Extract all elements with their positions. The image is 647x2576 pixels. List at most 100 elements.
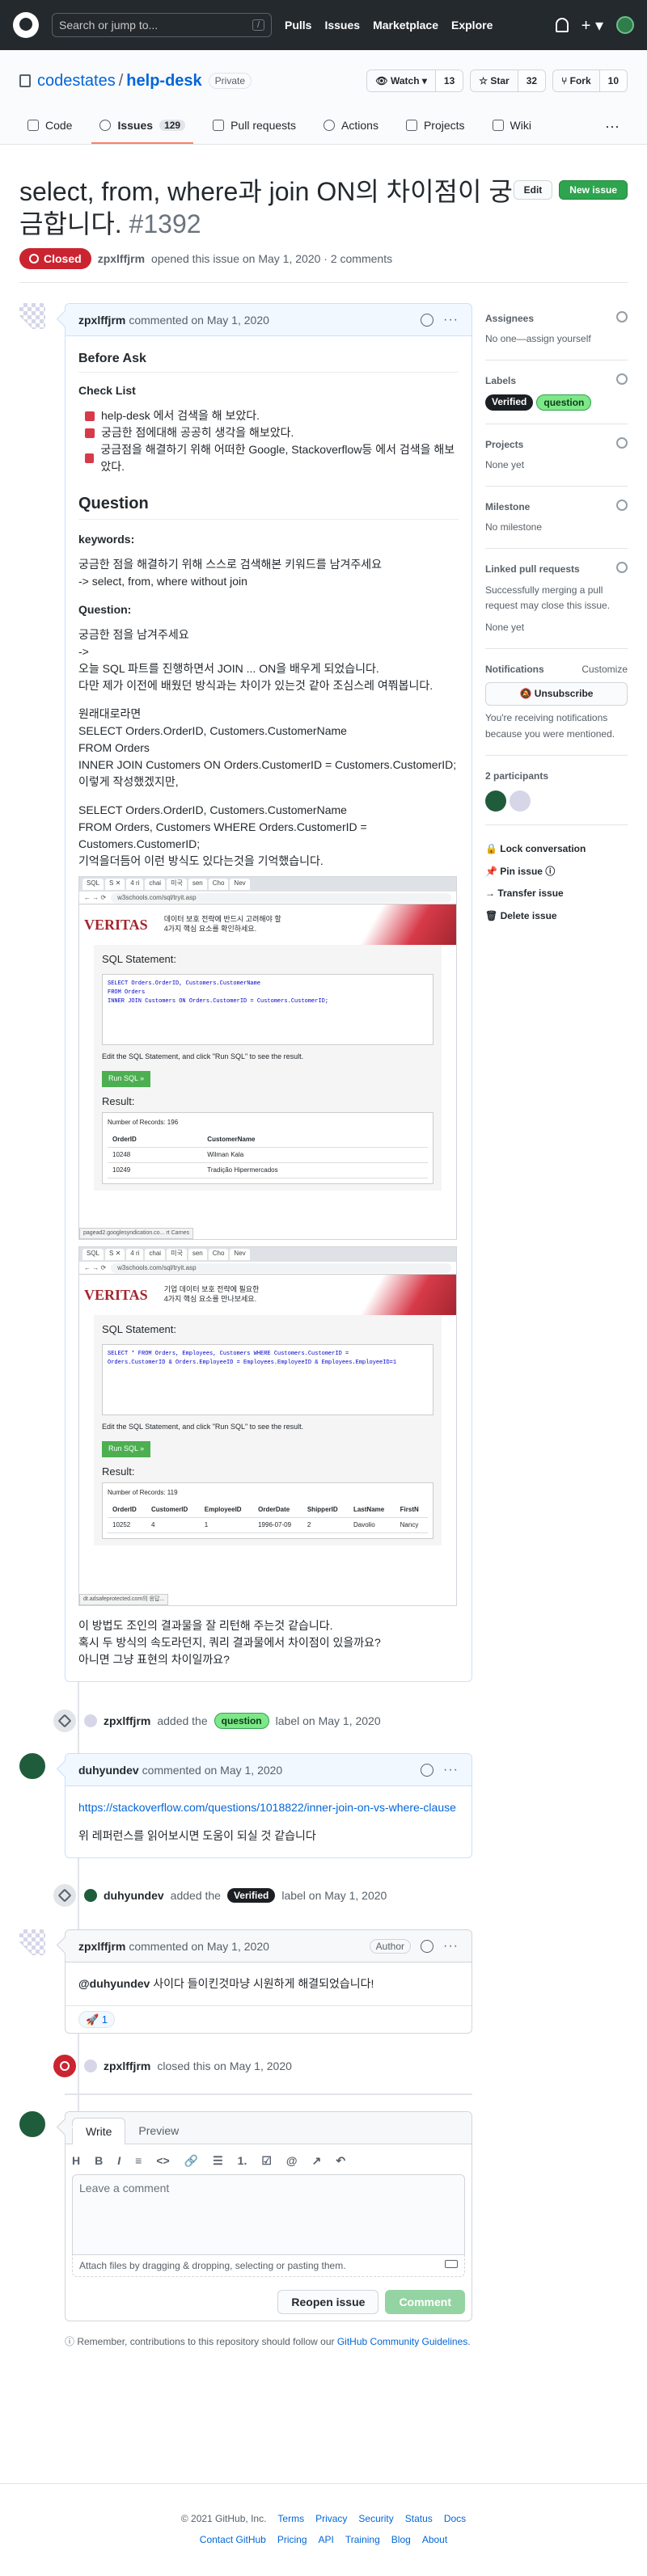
bold-icon[interactable]: B <box>95 2154 103 2168</box>
tab-wiki[interactable]: Wiki <box>484 108 539 144</box>
comment-menu-icon[interactable]: ··· <box>443 1763 459 1777</box>
repo-owner-link[interactable]: codestates <box>37 72 116 91</box>
stackoverflow-link[interactable]: https://stackoverflow.com/questions/1018… <box>78 1801 456 1814</box>
edit-title-button[interactable]: Edit <box>513 180 553 200</box>
task-list-icon[interactable]: ☑ <box>261 2154 272 2168</box>
embedded-screenshot[interactable]: SQL S ✕ 4 ri chai 미국 sen Cho Nev ← → ⟳ w3schools… <box>78 1246 457 1606</box>
italic-icon[interactable]: I <box>117 2154 121 2168</box>
label-question[interactable]: question <box>536 394 592 411</box>
issue-author-link[interactable]: zpxlffjrm <box>98 252 145 265</box>
transfer-issue-link[interactable]: → Transfer issue <box>485 883 628 905</box>
pin-issue-link[interactable]: 📌 Pin issue ⓘ <box>485 861 628 883</box>
reopen-issue-button[interactable]: Reopen issue <box>277 2290 379 2314</box>
nav-issues[interactable]: Issues <box>324 19 360 32</box>
footer-link-pricing[interactable]: Pricing <box>277 2534 307 2545</box>
footer-link-terms[interactable]: Terms <box>277 2513 304 2524</box>
sidebar-heading[interactable]: Linked pull requests <box>485 562 580 577</box>
embedded-screenshot[interactable]: SQL S ✕ 4 ri chai 미국 sen Cho Nev ← → ⟳ w3schools… <box>78 876 457 1240</box>
repo-name-link[interactable]: help-desk <box>126 72 201 91</box>
star-count[interactable]: 32 <box>517 70 546 91</box>
footer-link-security[interactable]: Security <box>358 2513 393 2524</box>
actor-avatar[interactable] <box>84 1889 97 1902</box>
label-verified[interactable]: Verified <box>226 1888 276 1903</box>
new-issue-button[interactable]: New issue <box>559 180 628 200</box>
saved-replies-icon[interactable]: ↶ <box>336 2154 345 2168</box>
heading-icon[interactable]: H <box>72 2154 80 2168</box>
comment-textarea[interactable]: Leave a comment <box>72 2174 465 2255</box>
unsubscribe-button[interactable]: 🔕 Unsubscribe <box>485 682 628 706</box>
comment-author[interactable]: zpxlffjrm <box>78 1940 125 1953</box>
nav-pulls[interactable]: Pulls <box>285 19 311 32</box>
lock-conversation-link[interactable]: 🔒 Lock conversation <box>485 838 628 861</box>
checkbox-icon[interactable] <box>85 411 95 421</box>
gear-icon[interactable] <box>616 373 628 386</box>
tab-actions[interactable]: Actions <box>315 108 387 144</box>
gear-icon[interactable] <box>616 311 628 323</box>
user-avatar[interactable] <box>616 16 634 34</box>
actor-avatar[interactable] <box>84 2060 97 2072</box>
assignees-value[interactable]: No one—assign yourself <box>485 331 628 347</box>
tab-code[interactable]: Code <box>19 108 80 144</box>
tab-write[interactable]: Write <box>72 2118 126 2144</box>
customize-link[interactable]: Customize <box>581 662 628 677</box>
comment-button[interactable]: Comment <box>385 2290 465 2314</box>
event-actor[interactable]: duhyundev <box>104 1889 164 1902</box>
sidebar-heading[interactable]: Milestone <box>485 500 530 515</box>
sidebar-heading[interactable]: Projects <box>485 437 523 453</box>
footer-link-docs[interactable]: Docs <box>444 2513 466 2524</box>
delete-issue-link[interactable]: 🗑 Delete issue <box>485 905 628 928</box>
star-button[interactable]: ☆ Star 32 <box>470 70 547 92</box>
user-mention[interactable]: @duhyundev <box>78 1977 150 1990</box>
participant-avatar[interactable] <box>485 791 506 812</box>
author-avatar[interactable] <box>19 1753 45 1779</box>
numbered-list-icon[interactable]: 1. <box>238 2154 247 2168</box>
comment-author[interactable]: zpxlffjrm <box>78 314 125 327</box>
fork-count[interactable]: 10 <box>598 70 627 91</box>
search-input[interactable]: Search or jump to... / <box>52 13 272 37</box>
label-verified[interactable]: Verified <box>485 394 534 411</box>
gear-icon[interactable] <box>616 499 628 511</box>
comment-author[interactable]: duhyundev <box>78 1764 139 1777</box>
event-actor[interactable]: zpxlffjrm <box>104 1714 150 1727</box>
comment-menu-icon[interactable]: ··· <box>443 1939 459 1954</box>
fork-button[interactable]: ⑂ Fork 10 <box>552 70 628 92</box>
add-reaction-icon[interactable] <box>421 1939 434 1953</box>
gear-icon[interactable] <box>616 562 628 574</box>
author-avatar[interactable] <box>19 1929 45 1955</box>
tab-preview[interactable]: Preview <box>125 2118 192 2144</box>
checkbox-icon[interactable] <box>85 453 95 463</box>
create-new-plus-icon[interactable]: + ▾ <box>581 15 603 36</box>
gear-icon[interactable] <box>616 436 628 449</box>
add-reaction-icon[interactable] <box>421 1763 434 1777</box>
event-actor[interactable]: zpxlffjrm <box>104 2060 150 2072</box>
link-icon[interactable]: 🔗 <box>184 2154 198 2168</box>
watch-count[interactable]: 13 <box>434 70 463 91</box>
notification-bell-icon[interactable] <box>555 18 569 32</box>
tab-issues[interactable]: Issues 129 <box>91 108 194 144</box>
watch-button[interactable]: 👁 Watch ▾ 13 <box>366 70 464 92</box>
add-reaction-icon[interactable] <box>421 313 434 327</box>
github-logo-icon[interactable] <box>13 12 39 38</box>
footer-link-api[interactable]: API <box>319 2534 334 2545</box>
actor-avatar[interactable] <box>84 1714 97 1727</box>
bulleted-list-icon[interactable]: ☰ <box>213 2154 223 2168</box>
footer-link-privacy[interactable]: Privacy <box>315 2513 347 2524</box>
footer-link-blog[interactable]: Blog <box>391 2534 411 2545</box>
footer-link-status[interactable]: Status <box>405 2513 433 2524</box>
footer-link-training[interactable]: Training <box>345 2534 380 2545</box>
tab-pull-requests[interactable]: Pull requests <box>205 108 304 144</box>
cross-reference-icon[interactable]: ↗ <box>312 2154 322 2168</box>
checkbox-icon[interactable] <box>85 428 95 438</box>
code-icon[interactable]: <> <box>156 2154 169 2168</box>
nav-explore[interactable]: Explore <box>451 19 493 32</box>
footer-link-contact[interactable]: Contact GitHub <box>200 2534 266 2545</box>
rocket-reaction[interactable]: 🚀 1 <box>78 2011 116 2028</box>
participant-avatar[interactable] <box>510 791 531 812</box>
author-avatar[interactable] <box>19 303 45 329</box>
mention-icon[interactable]: @ <box>286 2154 298 2168</box>
sidebar-heading[interactable]: Assignees <box>485 311 534 327</box>
nav-marketplace[interactable]: Marketplace <box>373 19 438 32</box>
community-guidelines-link[interactable]: GitHub Community Guidelines <box>337 2336 467 2347</box>
current-user-avatar[interactable] <box>19 2111 45 2137</box>
quote-icon[interactable]: ≡ <box>135 2154 142 2168</box>
